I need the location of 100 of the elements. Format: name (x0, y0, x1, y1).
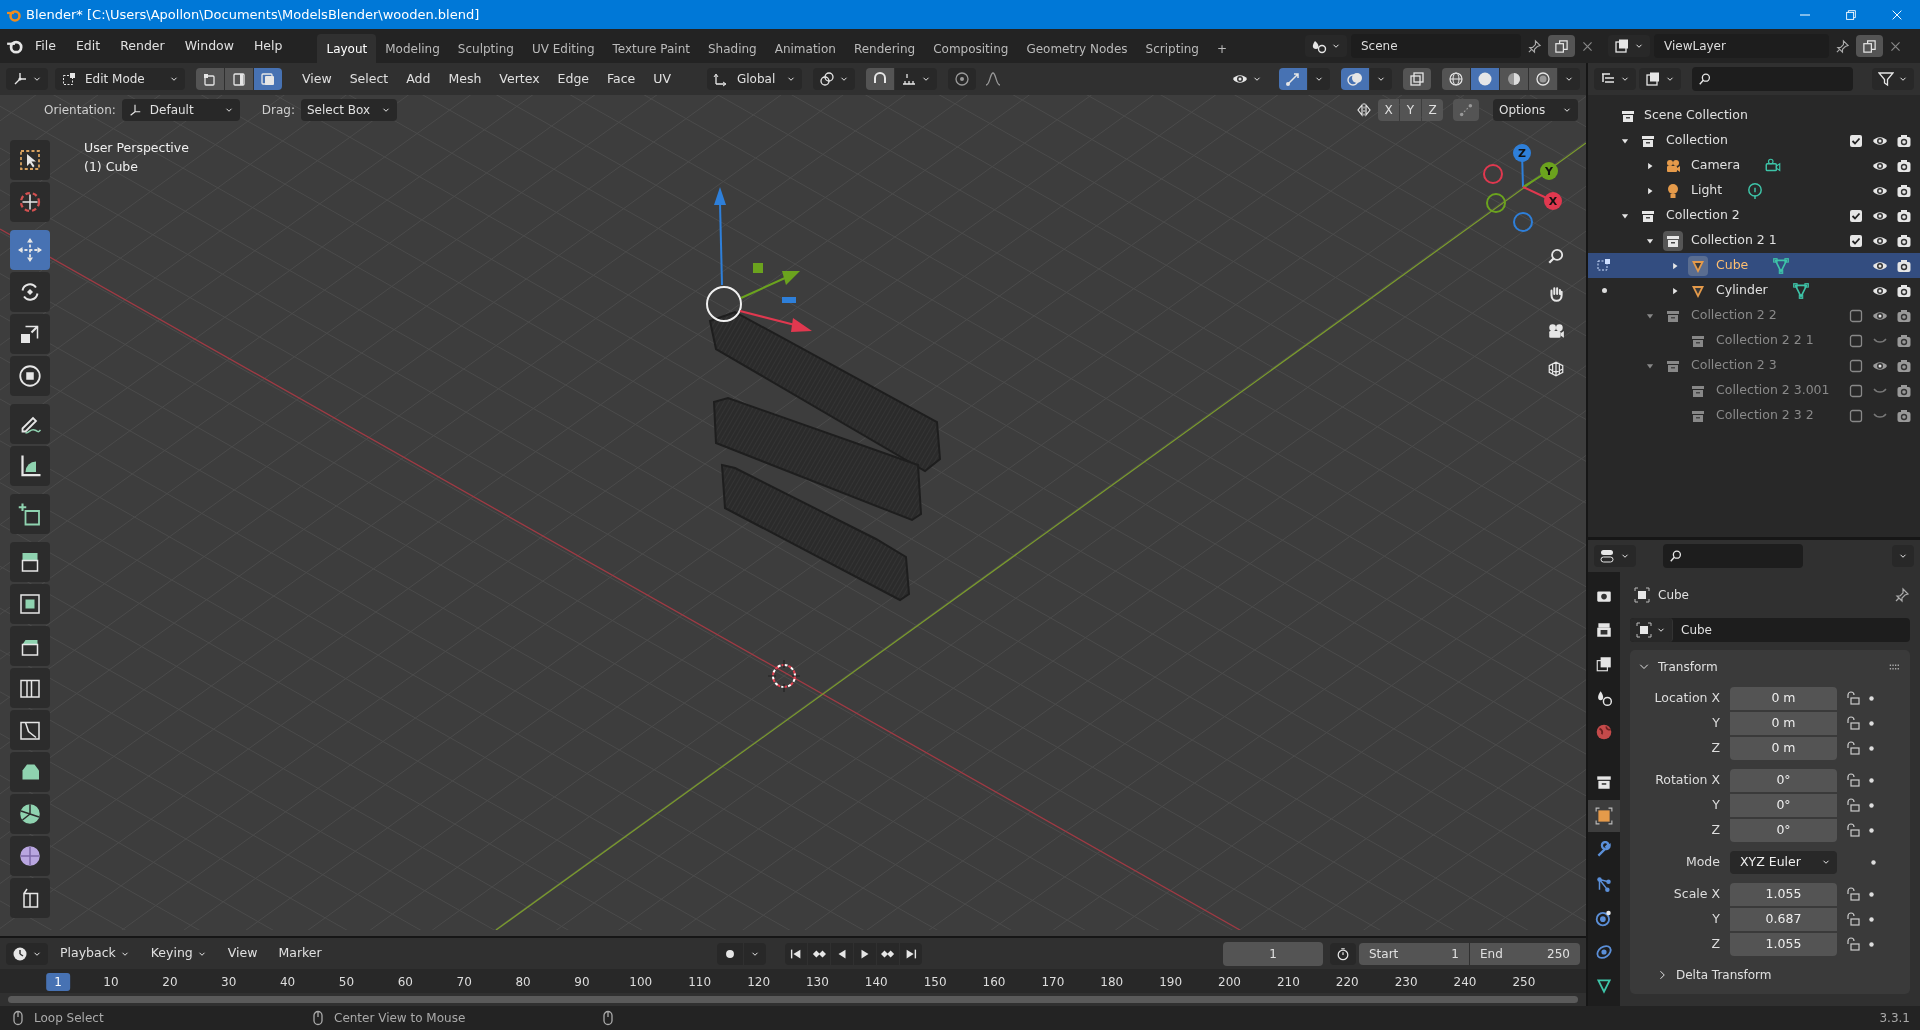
subpanel-header[interactable]: Delta Transform (1676, 966, 1772, 984)
orientation-dropdown[interactable]: Default (121, 99, 240, 121)
tree-item[interactable]: Collection 2 2 1 (1716, 331, 1814, 350)
frame-number: 100 (628, 974, 654, 992)
orientation-label: Orientation: (44, 102, 116, 119)
menu-item[interactable]: File (26, 33, 65, 59)
tree-item[interactable]: Collection 2 2 (1691, 306, 1777, 325)
workspace-tab[interactable]: Shading (698, 34, 766, 63)
tree-item[interactable]: Collection 2 1 (1691, 231, 1777, 250)
field-label: Z (1710, 820, 1721, 839)
number-field[interactable]: 0 m (1730, 686, 1837, 710)
mirror-axis-toggle[interactable]: Z (1422, 99, 1443, 121)
frame-number: 70 (455, 974, 473, 992)
mode-dropdown[interactable]: Edit Mode (55, 68, 185, 90)
menu-item[interactable]: Window (175, 33, 243, 59)
number-field[interactable]: 1.055 (1730, 882, 1837, 906)
menu-item[interactable]: Marker (269, 941, 331, 967)
tree-item[interactable]: Collection (1666, 131, 1728, 150)
menu-item[interactable]: Edge (548, 66, 598, 92)
frame-number: 140 (863, 974, 889, 992)
number-field[interactable]: 0° (1730, 793, 1837, 817)
frame-number: 170 (1040, 974, 1066, 992)
number-field[interactable]: 0.687 (1730, 907, 1837, 931)
field-label: Y (1711, 713, 1721, 732)
tree-item[interactable]: Camera (1691, 156, 1741, 175)
frame-number: 10 (102, 974, 120, 992)
number-field[interactable]: 0 m (1730, 736, 1837, 760)
status-hint: Center View to Mouse (334, 1010, 467, 1027)
frame-number: 120 (746, 974, 772, 992)
frame-number: 40 (278, 974, 297, 992)
tree-item[interactable]: Collection 2 (1666, 206, 1740, 225)
tree-item[interactable]: Cylinder (1716, 281, 1768, 300)
number-field[interactable]: 0 m (1730, 711, 1837, 735)
frame-number: 230 (1393, 974, 1419, 992)
field-label: Y (1711, 909, 1721, 928)
frame-number: 160 (981, 974, 1007, 992)
menu-item[interactable]: View (218, 941, 267, 967)
menu-item[interactable]: Edit (66, 33, 110, 59)
scene-field[interactable]: Scene (1351, 34, 1521, 58)
frame-number: 50 (337, 974, 356, 992)
view-layer-field[interactable]: ViewLayer (1654, 34, 1829, 58)
object-name: Cube (1658, 587, 1690, 604)
mirror-axis-toggle[interactable]: X (1378, 99, 1399, 121)
field-label: Mode (1684, 852, 1721, 871)
number-field[interactable]: 0° (1730, 768, 1837, 792)
axis-button[interactable]: X (1544, 192, 1562, 210)
workspace-tab[interactable]: Texture Paint (603, 34, 699, 63)
frame-number: 210 (1275, 974, 1301, 992)
mirror-axis-toggle[interactable]: Y (1400, 99, 1421, 121)
drag-dropdown[interactable]: Select Box (301, 99, 397, 121)
current-frame-field[interactable]: 1 (1223, 941, 1323, 966)
frame-number: 150 (922, 974, 948, 992)
tree-item[interactable]: Light (1691, 181, 1723, 200)
start-frame-field[interactable]: Start 1 (1359, 942, 1469, 965)
menu-item[interactable]: Vertex (490, 66, 549, 92)
tree-item[interactable]: Cube (1716, 256, 1749, 275)
drag-label: Drag: (261, 102, 295, 119)
workspace-tab[interactable]: Geometry Nodes (1017, 34, 1137, 63)
add-workspace-button[interactable]: + (1208, 34, 1237, 63)
window-title: Blender* [C:\Users\Apollon\Documents\ModelsBlender\wooden.blend] (26, 5, 481, 24)
menu-item[interactable]: Help (244, 33, 292, 59)
workspace-tab[interactable]: UV Editing (522, 34, 604, 63)
menu-item[interactable]: View (293, 66, 341, 92)
field-label: Z (1710, 738, 1721, 757)
axis-button[interactable]: Y (1540, 162, 1558, 180)
workspace-tab[interactable]: Rendering (844, 34, 925, 63)
mode-dropdown[interactable]: XYZ Euler (1730, 850, 1837, 874)
workspace-tab[interactable]: Animation (765, 34, 845, 63)
axis-button[interactable]: Z (1513, 144, 1531, 162)
frame-number: 190 (1158, 974, 1184, 992)
frame-number: 250 (1511, 974, 1537, 992)
workspace-tab[interactable]: Modeling (376, 34, 449, 63)
tree-item[interactable]: Collection 2 3.001 (1716, 381, 1830, 400)
frame-number: 20 (161, 974, 179, 992)
workspace-tab[interactable]: Compositing (924, 34, 1018, 63)
tree-item[interactable]: Scene Collection (1644, 106, 1748, 125)
workspace-tab[interactable]: Scripting (1136, 34, 1208, 63)
workspace-tab[interactable]: Layout (317, 34, 377, 63)
menu-item[interactable]: UV (644, 66, 680, 92)
menu-dropdown[interactable]: Keying (141, 941, 216, 967)
end-frame-field[interactable]: End 250 (1470, 942, 1580, 965)
menu-item[interactable]: Add (397, 66, 440, 92)
tree-item[interactable]: Collection 2 3 2 (1716, 406, 1814, 425)
status-hint: Loop Select (34, 1010, 105, 1027)
number-field[interactable]: 0° (1730, 818, 1837, 842)
menu-item[interactable]: Face (598, 66, 645, 92)
orientation-dropdown[interactable]: Global (707, 68, 802, 90)
menu-item[interactable]: Select (340, 66, 398, 92)
3d-viewport[interactable]: Z Y X Orientation: Default Drag: Select Box X Y Z Options User Perspective (1) Cube (0, 95, 1586, 936)
menu-item[interactable]: Render (111, 33, 174, 59)
tree-item[interactable]: Collection 2 3 (1691, 356, 1777, 375)
number-field[interactable]: 1.055 (1730, 932, 1837, 956)
menu-item[interactable]: Mesh (439, 66, 491, 92)
panel-header[interactable]: Transform (1658, 658, 1888, 676)
menu-dropdown[interactable]: Playback (51, 941, 139, 967)
workspace-tab[interactable]: Sculpting (448, 34, 523, 63)
current-frame-marker[interactable]: 1 (46, 973, 70, 992)
viewport-info-text: (1) Cube (84, 159, 138, 174)
options-dropdown[interactable]: Options (1493, 99, 1578, 121)
frame-number: 90 (573, 974, 591, 992)
